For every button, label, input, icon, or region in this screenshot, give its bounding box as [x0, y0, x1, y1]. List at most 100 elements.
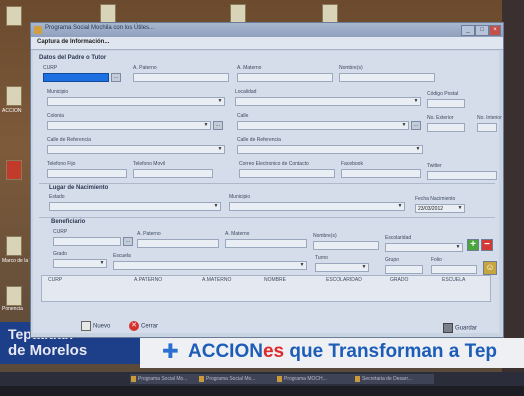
- chevron-down-icon: ▼: [299, 262, 305, 268]
- save-icon: [443, 323, 453, 333]
- folio-field[interactable]: [431, 265, 477, 274]
- turno-select[interactable]: ▼: [315, 263, 369, 272]
- label-grupo: Grupo: [385, 257, 399, 263]
- localidad-select[interactable]: ▼: [235, 97, 421, 106]
- label-calle: Calle: [237, 113, 249, 119]
- municipio-select[interactable]: ▼: [47, 97, 225, 106]
- cp-field[interactable]: [427, 99, 465, 108]
- banner-line2: de Morelos: [8, 342, 88, 359]
- paterno-field[interactable]: [133, 73, 229, 82]
- label-paterno: A. Paterno: [133, 65, 157, 71]
- calle-select[interactable]: ▼: [237, 121, 409, 130]
- window-title: Programa Social Mochila con los Útiles..…: [45, 25, 155, 31]
- column-header[interactable]: GRADO: [390, 277, 408, 283]
- action-bar: Nuevo ✕ Cerrar Guardar: [33, 319, 499, 335]
- column-header[interactable]: A.MATERNO: [202, 277, 231, 283]
- column-header[interactable]: ESCUELA: [442, 277, 465, 283]
- label-benef-paterno: A. Paterno: [137, 231, 161, 237]
- nombre-field[interactable]: [339, 73, 435, 82]
- label-facebook: Facebook: [341, 161, 363, 167]
- label-tel-fijo: Telefono Fijo: [47, 161, 76, 167]
- escolaridad-select[interactable]: ▼: [385, 243, 463, 252]
- desktop-file-icon[interactable]: [6, 286, 22, 306]
- section-divider: [39, 183, 495, 184]
- fecha-nacimiento-picker[interactable]: 23/03/2012 ▼: [415, 204, 465, 213]
- window-titlebar[interactable]: Programa Social Mochila con los Útiles..…: [31, 23, 503, 37]
- calle-ref2-select[interactable]: ▼: [237, 145, 423, 154]
- desktop-file-icon[interactable]: [6, 86, 22, 106]
- section-divider: [39, 217, 495, 218]
- maximize-icon[interactable]: □: [475, 25, 489, 36]
- label-benef-materno: A. Materno: [225, 231, 250, 237]
- calle-ref1-select[interactable]: ▼: [47, 145, 225, 154]
- chevron-down-icon: ▼: [217, 98, 223, 104]
- benef-curp-field[interactable]: [53, 237, 121, 246]
- guardar-button[interactable]: Guardar: [443, 323, 477, 333]
- benef-materno-field[interactable]: [225, 239, 307, 248]
- colonia-select[interactable]: ▼: [47, 121, 211, 130]
- label-colonia: Colonia: [47, 113, 64, 119]
- column-header[interactable]: A.PATERNO: [134, 277, 162, 283]
- nac-municipio-select[interactable]: ▼: [229, 202, 405, 211]
- user-icon[interactable]: ☺: [483, 261, 497, 275]
- banner-slogan: ACCIONes que Transforman a Tep: [188, 341, 498, 362]
- tel-movil-field[interactable]: [133, 169, 213, 178]
- remove-beneficiario-button[interactable]: −: [481, 239, 493, 251]
- section-beneficiario-title: Beneficiario: [51, 219, 86, 225]
- label-grado: Grado: [53, 251, 67, 257]
- desktop-file-icon[interactable]: [100, 4, 116, 24]
- desktop-icon-label: ACCION: [2, 108, 22, 114]
- estado-select[interactable]: ▼: [49, 202, 221, 211]
- minimize-icon[interactable]: _: [461, 25, 475, 36]
- escuela-select[interactable]: ▼: [113, 261, 307, 270]
- menu-captura[interactable]: Captura de Información...: [37, 39, 109, 45]
- add-beneficiario-button[interactable]: +: [467, 239, 479, 251]
- desktop-app-icon[interactable]: [6, 160, 22, 180]
- materno-field[interactable]: [237, 73, 333, 82]
- taskbar-item[interactable]: Secretaria de Desarr...: [354, 374, 434, 384]
- label-no-ext: No. Exterior: [427, 115, 454, 121]
- taskbar-item[interactable]: Programa MOCH...: [276, 374, 356, 384]
- label-twitter: Twitter: [427, 163, 442, 169]
- label-curp: CURP: [43, 65, 58, 71]
- colonia-browse-button[interactable]: ...: [213, 121, 223, 130]
- desktop-file-icon[interactable]: [6, 236, 22, 256]
- label-estado: Estado: [49, 194, 65, 200]
- taskbar-item[interactable]: Programa Social Mo...: [198, 374, 278, 384]
- benef-paterno-field[interactable]: [137, 239, 219, 248]
- browse-button[interactable]: ...: [111, 73, 121, 82]
- nuevo-button[interactable]: Nuevo: [81, 321, 110, 331]
- column-header[interactable]: NOMBRE: [264, 277, 286, 283]
- column-header[interactable]: ESCOLARIDAD: [326, 277, 362, 283]
- grado-select[interactable]: ▼: [53, 259, 107, 268]
- column-header[interactable]: CURP: [48, 277, 62, 283]
- calle-browse-button[interactable]: ...: [411, 121, 421, 130]
- section-nacimiento-title: Lugar de Nacimiento: [49, 185, 109, 191]
- no-int-field[interactable]: [477, 123, 497, 132]
- cerrar-button[interactable]: ✕ Cerrar: [129, 321, 158, 331]
- taskbar-item[interactable]: Programa Social Mo...: [130, 374, 202, 384]
- no-ext-field[interactable]: [427, 123, 465, 132]
- chevron-down-icon: ▼: [203, 122, 209, 128]
- app-icon: [34, 26, 42, 34]
- desktop-file-icon[interactable]: [230, 4, 246, 24]
- tel-fijo-field[interactable]: [47, 169, 127, 178]
- close-circle-icon: ✕: [129, 321, 139, 331]
- twitter-field[interactable]: [427, 171, 497, 180]
- benef-browse-button[interactable]: ...: [123, 237, 133, 246]
- label-materno: A. Materno: [237, 65, 262, 71]
- grupo-field[interactable]: [385, 265, 423, 274]
- correo-field[interactable]: [239, 169, 335, 178]
- desktop-file-icon[interactable]: [322, 4, 338, 24]
- label-fecha: Fecha Nacimiento: [415, 196, 456, 202]
- chevron-down-icon: ▼: [413, 98, 419, 104]
- close-icon[interactable]: ×: [489, 25, 501, 36]
- label-folio: Folio: [431, 257, 442, 263]
- chevron-down-icon: ▼: [457, 205, 463, 211]
- label-escuela: Escuela: [113, 253, 131, 259]
- desktop-file-icon[interactable]: [6, 6, 22, 26]
- benef-nombre-field[interactable]: [313, 241, 379, 250]
- facebook-field[interactable]: [341, 169, 421, 178]
- beneficiarios-table[interactable]: CURP A.PATERNO A.MATERNO NOMBRE ESCOLARI…: [41, 275, 491, 302]
- curp-field[interactable]: [43, 73, 109, 82]
